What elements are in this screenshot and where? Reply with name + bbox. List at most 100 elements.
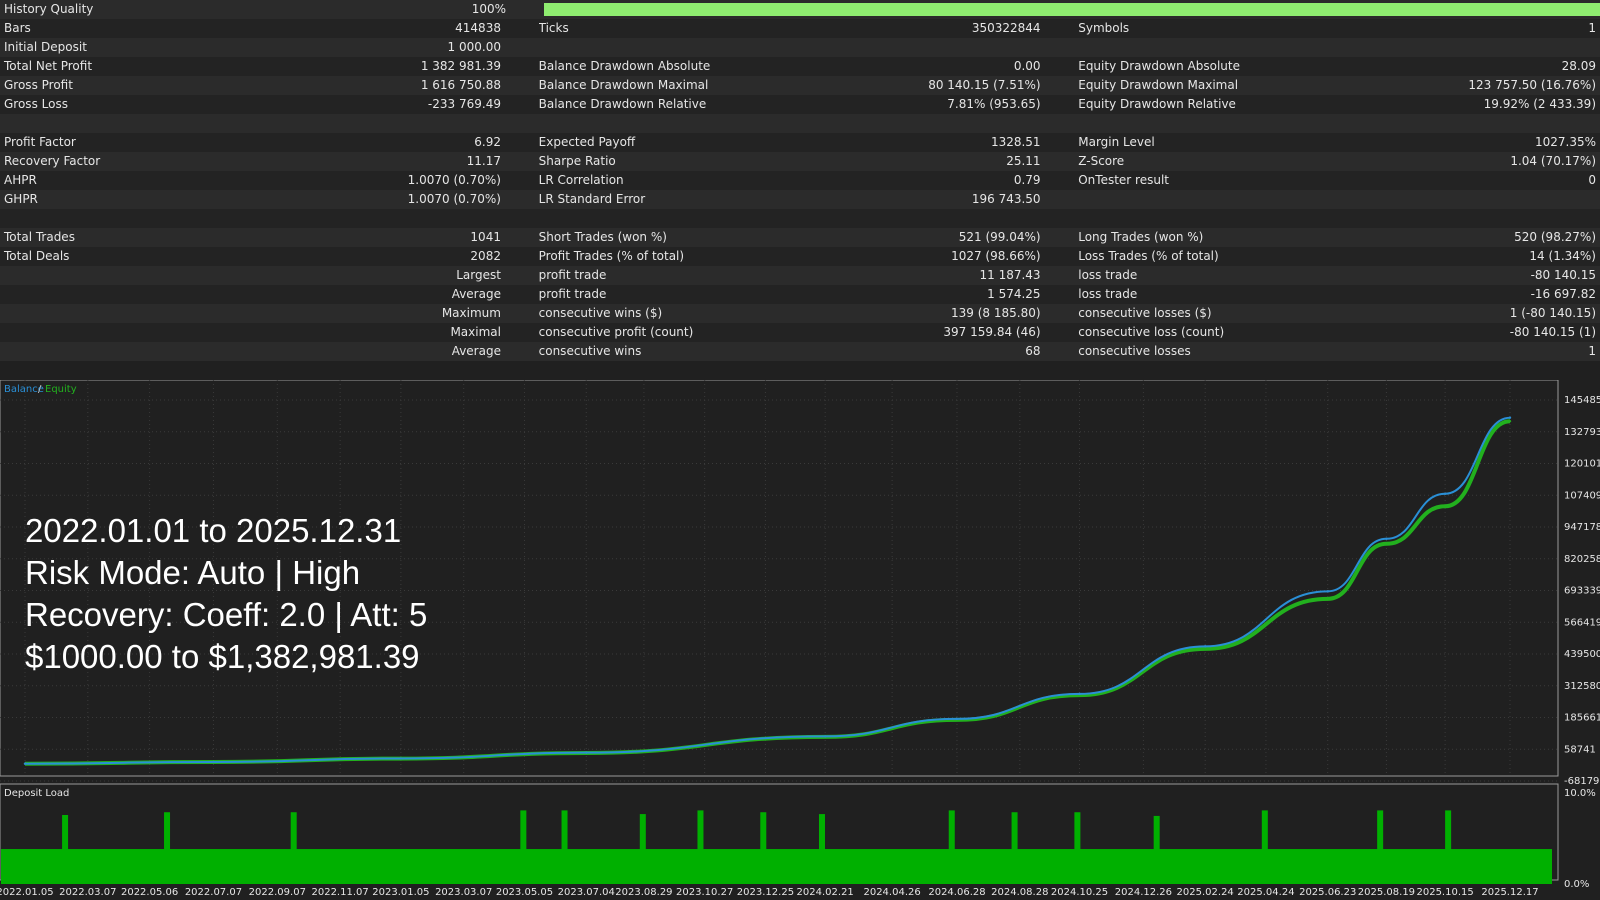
stat-value: 520 (98.27%) [1514, 230, 1596, 244]
x-tick-label: 2023.10.27 [676, 887, 733, 898]
stat-label [0, 342, 297, 361]
balance-line-point [1443, 492, 1447, 495]
x-tick-label: 2024.06.28 [928, 887, 985, 898]
stat-value [786, 114, 1046, 133]
deposit-load-title: Deposit Load [4, 788, 69, 799]
load-y-tick-label: 0.0% [1564, 879, 1589, 890]
stat-value [1326, 209, 1600, 228]
stat-label: Balance Drawdown Relative [538, 97, 707, 111]
stat-value: 19.92% (2 433.39) [1483, 97, 1596, 111]
x-tick-label: 2022.05.06 [121, 887, 178, 898]
stat-label: profit trade [538, 287, 607, 301]
x-tick-label: 2022.01.05 [0, 887, 54, 898]
stat-label: consecutive wins ($) [538, 306, 663, 320]
stat-value: 1 574.25 [987, 287, 1041, 301]
deposit-load-spike [561, 810, 568, 884]
overlay-risk-mode: Risk Mode: Auto | High [25, 554, 361, 591]
deposit-load-spike [1261, 810, 1268, 884]
stat-value [786, 38, 1046, 57]
x-tick-label: 2025.10.15 [1416, 887, 1473, 898]
stat-value: 1.0070 (0.70%) [407, 173, 501, 187]
stat-label: LR Correlation [538, 173, 624, 187]
legend-equity: Equity [45, 384, 77, 395]
stat-label [0, 323, 297, 342]
stat-value: Largest [456, 268, 501, 282]
stats-row: Total Deals 2082 Profit Trades (% of total… [0, 247, 1600, 266]
x-tick-label: 2024.10.25 [1051, 887, 1108, 898]
deposit-load-spike [639, 814, 646, 884]
x-tick-label: 2022.07.07 [185, 887, 242, 898]
x-tick-label: 2023.05.05 [496, 887, 553, 898]
stat-value: 100% [471, 2, 506, 16]
deposit-load-base [1, 849, 1552, 884]
deposit-load-spike [290, 812, 297, 884]
stat-value: Average [451, 287, 501, 301]
stat-value: 1 382 981.39 [420, 59, 501, 73]
stat-label: consecutive losses [1078, 344, 1191, 358]
stat-label: Equity Drawdown Absolute [1078, 59, 1240, 73]
stats-row: Total Net Profit 1 382 981.39 Balance Draw… [0, 57, 1600, 76]
stat-label: Balance Drawdown Absolute [538, 59, 711, 73]
stat-label: Expected Payoff [538, 135, 636, 149]
stats-row: Initial Deposit 1 000.00 [0, 38, 1600, 57]
equity-line-point [1385, 542, 1388, 546]
stat-label: Profit Trades (% of total) [538, 249, 685, 263]
stat-value: 0.79 [1013, 173, 1041, 187]
stat-label: AHPR [4, 173, 37, 187]
balance-line-point [1203, 645, 1207, 648]
x-tick-label: 2024.08.28 [991, 887, 1048, 898]
stat-value: 1 [1588, 21, 1596, 35]
stats-table: History Quality 100% Bars 414838 Ticks 350322… [0, 0, 1600, 361]
stat-label: Equity Drawdown Relative [1078, 97, 1236, 111]
stat-label [0, 304, 297, 323]
x-tick-label: 2024.02.21 [797, 887, 854, 898]
stats-row: Maximum consecutive wins ($) 139 (8 185.80… [0, 304, 1600, 323]
stat-value: 139 (8 185.80) [951, 306, 1041, 320]
stat-label: Sharpe Ratio [538, 154, 616, 168]
equity-line-point [1203, 647, 1207, 651]
stat-value: Maximum [441, 306, 501, 320]
y-tick-label: 693339 [1564, 586, 1600, 597]
x-tick-label: 2025.04.24 [1237, 887, 1294, 898]
stat-label: Total Trades [4, 230, 75, 244]
stat-label [1078, 209, 1326, 228]
stat-value: 25.11 [1006, 154, 1041, 168]
stat-value: 1 (-80 140.15) [1509, 306, 1596, 320]
stat-label [0, 266, 297, 285]
balance-line-point [1508, 416, 1512, 419]
y-tick-label: 820258 [1564, 554, 1600, 565]
stats-row [0, 209, 1600, 228]
stat-value: Maximal [450, 325, 501, 339]
stat-value: -16 697.82 [1530, 287, 1596, 301]
stat-label: profit trade [538, 268, 607, 282]
stats-row [0, 114, 1600, 133]
x-tick-label: 2023.07.04 [558, 887, 615, 898]
stat-value: 28.09 [1561, 59, 1596, 73]
y-tick-label: 58741 [1564, 744, 1596, 755]
y-tick-label: 566419 [1564, 617, 1600, 628]
stat-value: 80 140.15 (7.51%) [928, 78, 1041, 92]
stat-value: 1 000.00 [447, 40, 501, 54]
stat-value: 11 187.43 [979, 268, 1041, 282]
deposit-load-spike [62, 815, 69, 884]
stat-value: 1 [1588, 344, 1596, 358]
y-tick-label: -68179 [1564, 776, 1599, 787]
y-tick-label: 312580 [1564, 681, 1600, 692]
stat-label: Gross Profit [4, 78, 73, 92]
x-tick-label: 2025.06.23 [1299, 887, 1356, 898]
stat-value: 14 (1.34%) [1529, 249, 1596, 263]
stat-label [1078, 38, 1326, 57]
x-axis-ticks: 2022.01.05 2022.03.07 2022.05.06 2022.07.07… [0, 887, 1539, 898]
stat-value: -80 140.15 (1) [1509, 325, 1596, 339]
stat-value: 1027 (98.66%) [951, 249, 1041, 263]
stat-value [1326, 38, 1600, 57]
stat-value [1326, 114, 1600, 133]
stat-value: 2082 [470, 249, 501, 263]
stat-label [1078, 114, 1326, 133]
stat-value: Average [451, 344, 501, 358]
stats-row: Total Trades 1041 Short Trades (won %) 521 … [0, 228, 1600, 247]
stat-value: 521 (99.04%) [958, 230, 1041, 244]
overlay-date-range: 2022.01.01 to 2025.12.31 [25, 512, 402, 549]
deposit-load-spike [760, 812, 767, 884]
stat-value: 1.04 (70.17%) [1510, 154, 1596, 168]
